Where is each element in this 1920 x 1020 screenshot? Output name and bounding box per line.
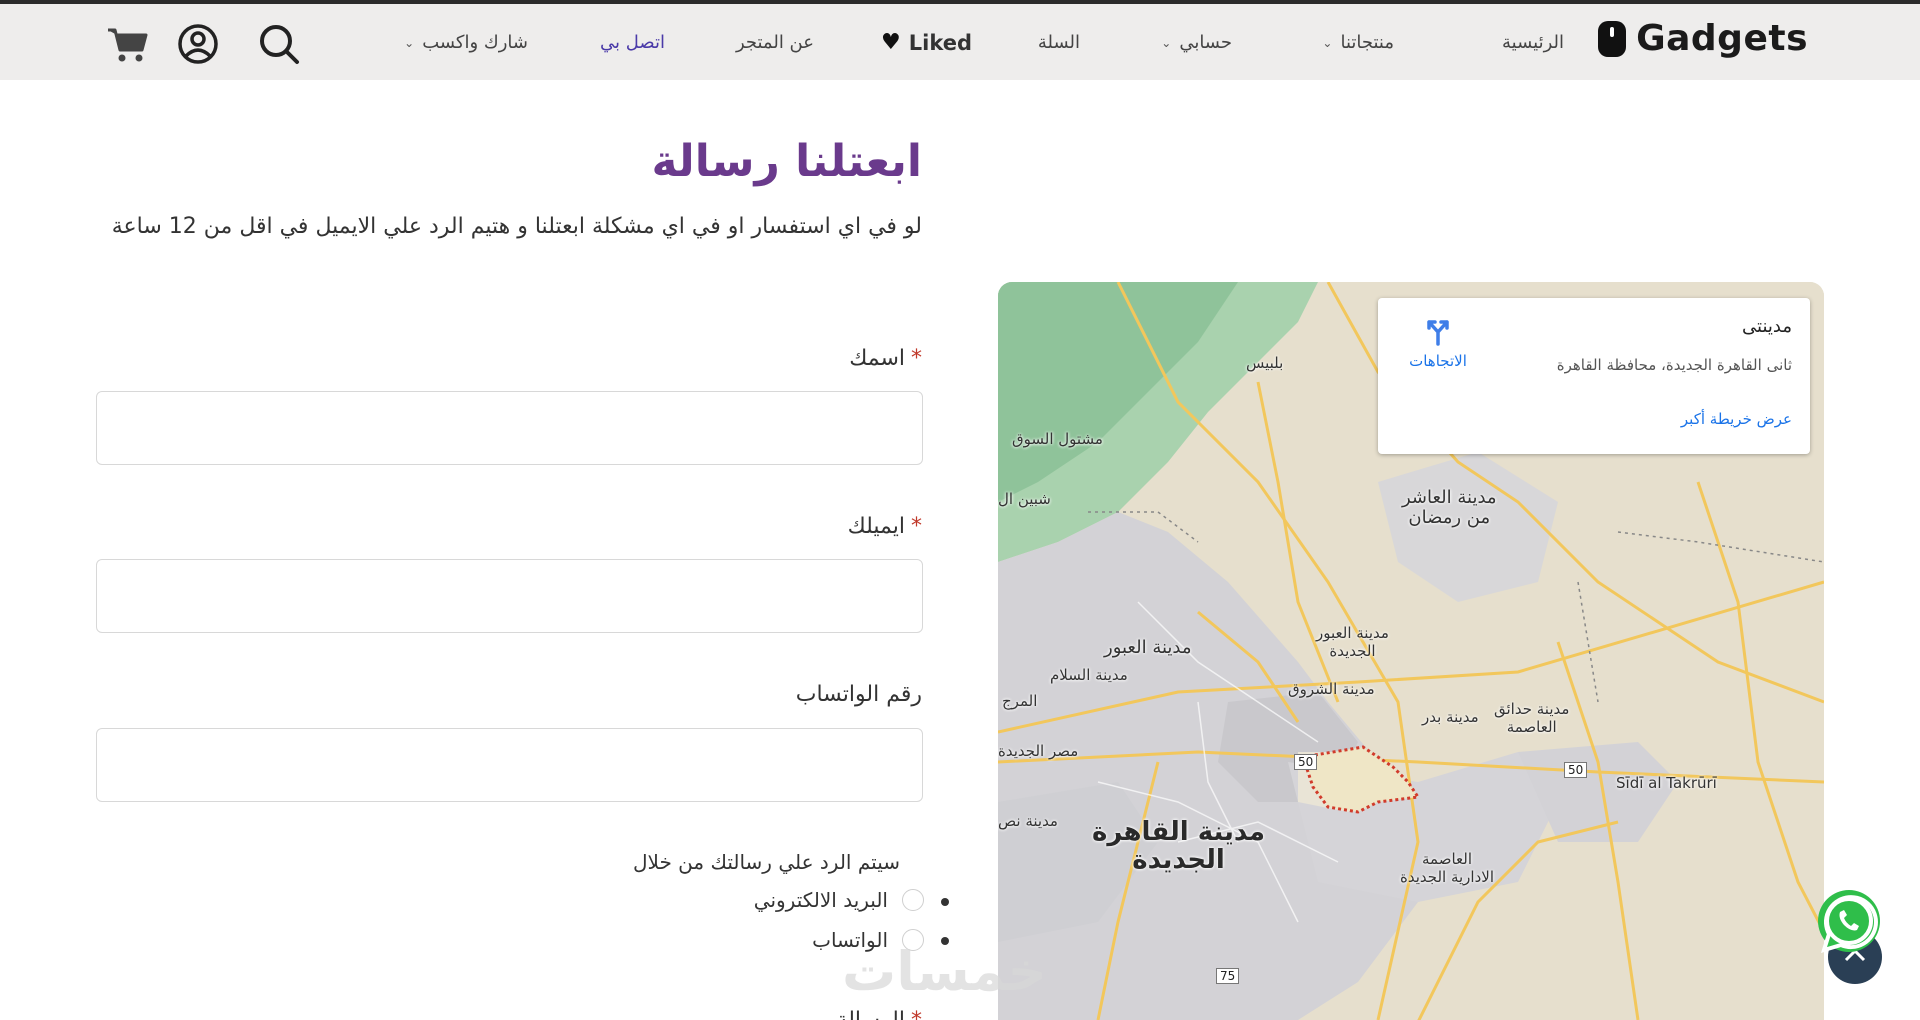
reply-option-email[interactable]: البريد الالكتروني	[754, 888, 924, 912]
nav-cart[interactable]: السلة	[1038, 32, 1080, 53]
chevron-down-icon: ⌄	[1161, 35, 1172, 50]
map-label-bilbeis: بلبيس	[1246, 354, 1284, 372]
cart-icon[interactable]	[106, 22, 150, 66]
map-label-obour: مدينة العبور	[1104, 637, 1192, 658]
site-logo[interactable]: Gadgets	[1598, 18, 1808, 59]
nav-home[interactable]: الرئيسية	[1502, 32, 1564, 53]
site-header: Gadgets الرئيسية ⌄ منتجاتنا ⌄ حسابي السل…	[0, 4, 1920, 80]
map-label-salam: مدينة السلام	[1050, 666, 1128, 684]
map-label-masr-new: مصر الجديدة	[998, 742, 1079, 760]
whatsapp-label: رقم الواتساب	[795, 682, 922, 707]
email-label: *ايميلك	[848, 514, 922, 539]
place-address: ثانى القاهرة الجديدة، محافظة القاهرة	[1556, 356, 1792, 374]
nav-about-label: عن المتجر	[735, 32, 814, 53]
logo-text: Gadgets	[1636, 18, 1808, 59]
message-label-text: الرسالة	[836, 1008, 905, 1020]
nav-account[interactable]: ⌄ حسابي	[1161, 32, 1232, 53]
email-field[interactable]	[96, 559, 923, 633]
map-label-marg: المرج	[1002, 692, 1038, 710]
map-label-badr: مدينة بدر	[1422, 708, 1479, 726]
nav-about[interactable]: عن المتجر	[736, 32, 814, 53]
map-label-shibin: شبين ال	[998, 490, 1051, 508]
nav-contact[interactable]: اتصل بي	[600, 32, 665, 53]
message-label: * الرسالة	[836, 1008, 922, 1020]
nav-cart-label: السلة	[1037, 32, 1080, 53]
nav-account-label: حسابي	[1179, 32, 1232, 53]
map-label-capital-gardens: مدينة حدائق العاصمة	[1494, 700, 1570, 736]
map-label-shorouk: مدينة الشروق	[1288, 680, 1375, 698]
directions-label: الاتجاهات	[1409, 352, 1467, 370]
larger-map-link[interactable]: عرض خريطة أكبر	[1681, 410, 1792, 428]
search-icon[interactable]	[257, 22, 301, 66]
page-title: ابعتلنا رسالة	[651, 136, 923, 187]
whatsapp-icon	[1818, 890, 1880, 953]
nav-liked-label: Liked	[908, 30, 972, 55]
heart-icon: ♥	[881, 30, 901, 55]
name-label-text: اسمك	[849, 346, 905, 371]
page-description: لو في اي استفسار او في اي مشكلة ابعتلنا …	[111, 214, 922, 239]
radio-email[interactable]	[902, 889, 924, 911]
required-mark: *	[911, 346, 922, 371]
map-label-sidi: Sīdī al Takrūrī	[1616, 774, 1717, 792]
map-label-new-cairo: مدينة القاهرة الجديدة	[1092, 817, 1266, 875]
bullet-icon	[941, 898, 949, 906]
name-label: *اسمك	[849, 346, 922, 371]
watermark: خمسات	[842, 940, 1047, 1003]
nav-share-label: شارك واكسب	[422, 32, 528, 53]
mouse-logo-icon	[1598, 20, 1627, 57]
nav-share[interactable]: ⌄ شارك واكسب	[404, 32, 528, 53]
map-info-card: مدينتى ثانى القاهرة الجديدة، محافظة القا…	[1378, 298, 1810, 454]
road-shield: 75	[1216, 968, 1240, 984]
directions-icon	[1427, 320, 1449, 346]
map-label-obour-new: مدينة العبور الجديدة	[1316, 624, 1389, 660]
reply-option-email-label: البريد الالكتروني	[753, 888, 888, 912]
chevron-down-icon: ⌄	[404, 35, 415, 50]
whatsapp-button[interactable]	[1814, 888, 1884, 958]
map-label-mashtoul: مشتول السوق	[1012, 430, 1103, 448]
road-shield: 50	[1294, 754, 1318, 770]
map-label-new-admin: العاصمة الادارية الجديدة	[1400, 850, 1494, 886]
place-title: مدينتى	[1742, 316, 1792, 337]
name-field[interactable]	[96, 391, 923, 465]
nav-home-label: الرئيسية	[1502, 32, 1564, 53]
email-label-text: ايميلك	[847, 514, 905, 539]
map-label-tenth: مدينة العاشر من رمضان	[1402, 487, 1497, 528]
map-label-nasr: مدينة نص	[998, 812, 1058, 830]
nav-products-label: منتجاتنا	[1340, 32, 1394, 53]
nav-products[interactable]: ⌄ منتجاتنا	[1322, 32, 1394, 53]
required-mark: *	[911, 514, 922, 539]
nav-liked[interactable]: ♥ Liked	[881, 30, 972, 55]
nav-contact-label: اتصل بي	[600, 32, 665, 53]
whatsapp-field[interactable]	[96, 728, 923, 802]
reply-method-label: سيتم الرد علي رسالتك من خلال	[632, 850, 900, 874]
user-circle-icon[interactable]	[176, 22, 220, 66]
directions-button[interactable]: الاتجاهات	[1398, 314, 1478, 370]
required-mark: *	[911, 1008, 922, 1020]
road-shield: 50	[1564, 762, 1588, 778]
chevron-down-icon: ⌄	[1322, 35, 1333, 50]
